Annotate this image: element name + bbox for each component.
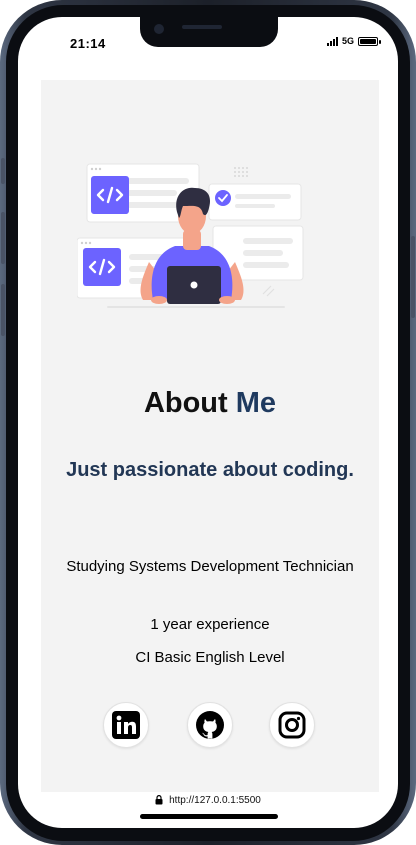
code-icon [83, 248, 121, 286]
url-text: http://127.0.0.1:5500 [169, 794, 261, 806]
tagline: Just passionate about coding. [66, 459, 354, 481]
power-button [411, 236, 415, 318]
title-word-about: About [143, 387, 228, 419]
page-title: About Me [41, 387, 379, 420]
browser-url-bar[interactable]: http://127.0.0.1:5500 [18, 787, 398, 813]
linkedin-icon [112, 711, 140, 739]
network-label: 5G [341, 36, 354, 46]
signal-icon [326, 36, 338, 46]
about-section: About Me Just passionate about coding. S… [41, 80, 379, 792]
linkedin-button[interactable] [103, 702, 149, 748]
battery-icon [358, 36, 381, 46]
front-camera [154, 24, 164, 34]
lock-icon [155, 795, 163, 805]
github-icon [196, 711, 224, 739]
home-indicator[interactable] [140, 814, 278, 819]
status-icons: 5G [326, 36, 381, 46]
phone-screen: 21:14 5G About Me Just passionate about … [18, 17, 398, 828]
earpiece-speaker [182, 25, 222, 29]
detail-english-level: CI Basic English Level [135, 649, 285, 666]
detail-experience: 1 year experience [150, 616, 270, 633]
social-links [41, 702, 379, 750]
detail-studying: Studying Systems Development Technician [66, 558, 354, 575]
developer-illustration [77, 163, 304, 308]
mute-switch [1, 158, 5, 184]
code-icon [91, 176, 129, 214]
status-time: 21:14 [70, 36, 106, 51]
title-word-me: Me [235, 387, 277, 419]
github-button[interactable] [187, 702, 233, 748]
instagram-button[interactable] [269, 702, 315, 748]
volume-down-button [1, 284, 5, 336]
checklist-card [208, 167, 302, 221]
instagram-icon [278, 711, 306, 739]
volume-up-button [1, 212, 5, 264]
notch [140, 17, 278, 47]
